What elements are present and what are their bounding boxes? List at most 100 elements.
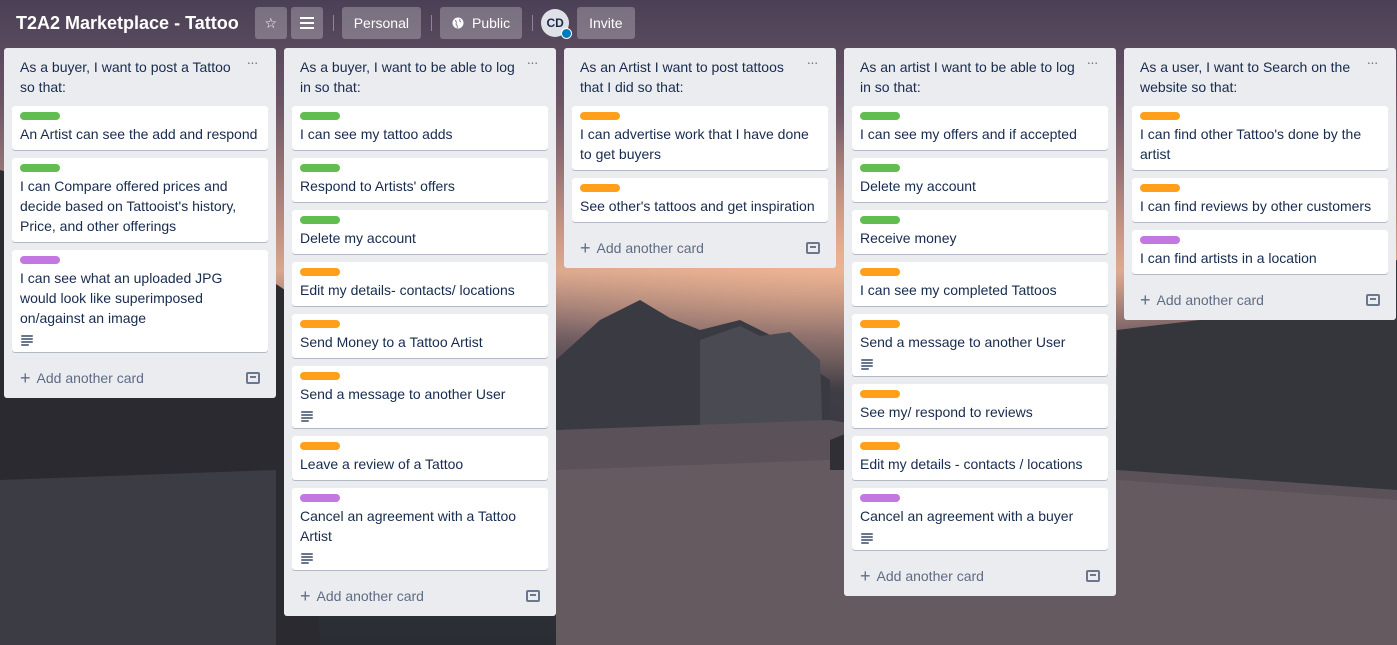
card-template-icon[interactable] bbox=[1366, 294, 1380, 306]
card-label-orange[interactable] bbox=[300, 442, 340, 450]
card-title: Cancel an agreement with a buyer bbox=[860, 508, 1074, 524]
card[interactable]: Edit my details- contacts/ locations bbox=[292, 262, 548, 306]
card[interactable]: I can see my offers and if accepted bbox=[852, 106, 1108, 150]
admin-badge-icon bbox=[561, 28, 573, 39]
card-template-icon[interactable] bbox=[1086, 570, 1100, 582]
card-label-green[interactable] bbox=[20, 164, 60, 172]
more-options-icon[interactable]: ··· bbox=[802, 55, 822, 76]
list-header: As a buyer, I want to be able to log in … bbox=[292, 48, 548, 106]
card[interactable]: See other's tattoos and get inspiration bbox=[572, 178, 828, 222]
card-label-green[interactable] bbox=[860, 164, 900, 172]
card-label-purple[interactable] bbox=[20, 256, 60, 264]
card-label-purple[interactable] bbox=[860, 494, 900, 502]
plus-icon: + bbox=[860, 566, 871, 586]
card-label-green[interactable] bbox=[20, 112, 60, 120]
list: As a buyer, I want to post a Tattoo so t… bbox=[4, 48, 276, 398]
card[interactable]: Leave a review of a Tattoo bbox=[292, 436, 548, 480]
card-label-orange[interactable] bbox=[1140, 184, 1180, 192]
card-title: See my/ respond to reviews bbox=[860, 404, 1033, 420]
add-card-label: Add another card bbox=[1156, 292, 1264, 308]
card-title: I can see my offers and if accepted bbox=[860, 126, 1077, 142]
card[interactable]: I can find reviews by other customers bbox=[1132, 178, 1388, 222]
list-title[interactable]: As a buyer, I want to post a Tattoo so t… bbox=[20, 57, 238, 97]
card-title: I can advertise work that I have done to… bbox=[580, 126, 809, 162]
card-title: I can Compare offered prices and decide … bbox=[20, 178, 237, 234]
card[interactable]: Send Money to a Tattoo Artist bbox=[292, 314, 548, 358]
card-label-purple[interactable] bbox=[300, 494, 340, 502]
card-label-green[interactable] bbox=[300, 216, 340, 224]
add-card-button[interactable]: + Add another card bbox=[12, 360, 268, 396]
invite-button[interactable]: Invite bbox=[577, 7, 635, 39]
card-label-purple[interactable] bbox=[1140, 236, 1180, 244]
card-template-icon[interactable] bbox=[246, 372, 260, 384]
add-card-button[interactable]: + Add another card bbox=[572, 230, 828, 266]
card-label-orange[interactable] bbox=[1140, 112, 1180, 120]
card-title: Send a message to another User bbox=[860, 334, 1066, 350]
card[interactable]: Send a message to another User bbox=[292, 366, 548, 428]
more-options-icon[interactable]: ··· bbox=[1082, 55, 1102, 76]
card[interactable]: Cancel an agreement with a buyer bbox=[852, 488, 1108, 550]
card[interactable]: Receive money bbox=[852, 210, 1108, 254]
card-label-orange[interactable] bbox=[860, 320, 900, 328]
card-template-icon[interactable] bbox=[526, 590, 540, 602]
card[interactable]: Cancel an agreement with a Tattoo Artist bbox=[292, 488, 548, 570]
list: As an Artist I want to post tattoos that… bbox=[564, 48, 836, 268]
add-card-button[interactable]: + Add another card bbox=[1132, 282, 1388, 318]
header-divider bbox=[430, 15, 432, 31]
more-options-icon[interactable]: ··· bbox=[522, 55, 542, 76]
list-title[interactable]: As an artist I want to be able to log in… bbox=[860, 57, 1078, 97]
description-icon bbox=[860, 358, 874, 370]
list-title[interactable]: As an Artist I want to post tattoos that… bbox=[580, 57, 798, 97]
board-menu-button[interactable] bbox=[290, 7, 323, 39]
card-template-icon[interactable] bbox=[806, 242, 820, 254]
more-options-icon[interactable]: ··· bbox=[242, 55, 262, 76]
card-label-green[interactable] bbox=[860, 112, 900, 120]
card[interactable]: See my/ respond to reviews bbox=[852, 384, 1108, 428]
card[interactable]: Delete my account bbox=[852, 158, 1108, 202]
card-title: Edit my details - contacts / locations bbox=[860, 456, 1083, 472]
card-label-orange[interactable] bbox=[300, 268, 340, 276]
card[interactable]: I can advertise work that I have done to… bbox=[572, 106, 828, 170]
team-visibility-button[interactable]: Personal bbox=[341, 7, 421, 39]
star-board-button[interactable]: ☆ bbox=[254, 7, 287, 39]
list-title[interactable]: As a buyer, I want to be able to log in … bbox=[300, 57, 518, 97]
card-label-green[interactable] bbox=[300, 112, 340, 120]
card-label-orange[interactable] bbox=[580, 112, 620, 120]
card[interactable]: I can find other Tattoo's done by the ar… bbox=[1132, 106, 1388, 170]
card-title: I can see what an uploaded JPG would loo… bbox=[20, 270, 223, 326]
card-label-orange[interactable] bbox=[300, 320, 340, 328]
card-label-orange[interactable] bbox=[860, 442, 900, 450]
card[interactable]: Respond to Artists' offers bbox=[292, 158, 548, 202]
card-title: An Artist can see the add and respond bbox=[20, 126, 258, 142]
card-title: I can find artists in a location bbox=[1140, 250, 1317, 266]
card-title: Cancel an agreement with a Tattoo Artist bbox=[300, 508, 517, 544]
card-label-orange[interactable] bbox=[300, 372, 340, 380]
card[interactable]: I can see what an uploaded JPG would loo… bbox=[12, 250, 268, 352]
add-card-button[interactable]: + Add another card bbox=[292, 578, 548, 614]
card[interactable]: I can see my completed Tattoos bbox=[852, 262, 1108, 306]
member-avatar[interactable]: CD bbox=[541, 9, 573, 39]
card-label-orange[interactable] bbox=[580, 184, 620, 192]
card[interactable]: I can see my tattoo adds bbox=[292, 106, 548, 150]
card[interactable]: Edit my details - contacts / locations bbox=[852, 436, 1108, 480]
board-visibility-label: Public bbox=[471, 15, 511, 31]
card-title: I can find other Tattoo's done by the ar… bbox=[1140, 126, 1362, 162]
card-title: I can see my tattoo adds bbox=[300, 126, 453, 142]
card-label-green[interactable] bbox=[860, 216, 900, 224]
menu-lines-icon bbox=[299, 17, 314, 29]
board-visibility-button[interactable]: Public bbox=[439, 7, 523, 39]
card[interactable]: Delete my account bbox=[292, 210, 548, 254]
board-title[interactable]: T2A2 Marketplace - Tattoo bbox=[16, 13, 239, 34]
card-label-orange[interactable] bbox=[860, 268, 900, 276]
card-title: Receive money bbox=[860, 230, 957, 246]
card[interactable]: I can Compare offered prices and decide … bbox=[12, 158, 268, 242]
list-title[interactable]: As a user, I want to Search on the websi… bbox=[1140, 57, 1358, 97]
card-label-orange[interactable] bbox=[860, 390, 900, 398]
header-divider bbox=[532, 15, 534, 31]
card[interactable]: I can find artists in a location bbox=[1132, 230, 1388, 274]
add-card-button[interactable]: + Add another card bbox=[852, 558, 1108, 594]
card[interactable]: Send a message to another User bbox=[852, 314, 1108, 376]
card-label-green[interactable] bbox=[300, 164, 340, 172]
more-options-icon[interactable]: ··· bbox=[1362, 55, 1382, 76]
card[interactable]: An Artist can see the add and respond bbox=[12, 106, 268, 150]
